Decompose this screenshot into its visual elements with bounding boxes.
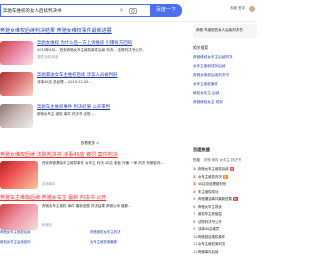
bottom-related: 奔驰女车主维权后续 奔驰维权女车主判决 维权女车主后续如何 女车主维权案最新: [0, 229, 180, 263]
result-source: 搜狐 网易 新浪: [37, 55, 59, 59]
result-thumbnail[interactable]: [0, 104, 33, 128]
hot-item[interactable]: 10奔驰回应维权事件: [193, 234, 257, 242]
result-desc: 西安奔驰漏油车主维权事件 女车主 判决 4S店 老板 诈骗 一审 判决 有期徒刑…: [42, 161, 164, 165]
related-query[interactable]: 奔驰维权女车主判决: [90, 229, 174, 237]
result-desc: 涉事4S店 总经理... 2019-12-20...: [37, 80, 92, 84]
result-desc: 奔驰女车主维权 事件 最新进展 判决结果 奔驰公司 道歉...: [42, 204, 132, 208]
search-query[interactable]: 奔驰车维权的女人后续判决书: [3, 8, 62, 14]
hot-tabs: 热搜 奔驰 维权 女车主 判决书: [193, 157, 241, 162]
camera-icon[interactable]: [129, 7, 137, 14]
tab-query[interactable]: 奔驰 维权 女车主 判决书: [204, 158, 241, 162]
result-source: 澎湃新闻: [42, 182, 55, 186]
hot-item[interactable]: 7 维权车主获赔偿: [193, 211, 257, 219]
hot-list: 1 奔驰女车主维权后续热 2 女车主维权判决新 3 4S店总经理被判刑 4 车主维权成功…: [193, 166, 257, 256]
related-list: 奔驰维权女车主后续判决 女车主维权成功后续 奔驰女维权后续判决书 女车主维权事件…: [193, 55, 257, 109]
top-bar: 奔驰车维权的女人后续判决书 × 百度一下 收藏 登录: [0, 0, 257, 22]
result-title[interactable]: 奔驰女维权后续判决结果 奔驰女维权事件最新进展: [0, 27, 112, 34]
more-link[interactable]: 查看更多 >: [81, 141, 100, 145]
result-source: 新浪网: [42, 223, 52, 227]
related-label: 相关搜索: [193, 45, 209, 50]
hot-item[interactable]: 3 4S店总经理被判刑: [193, 181, 257, 189]
avatar[interactable]: [249, 6, 255, 12]
hot-item[interactable]: 6 奔驰女车主现状: [193, 204, 257, 212]
hot-item[interactable]: 5 奔驰漏油事件最新进展热: [193, 196, 257, 204]
result-thumbnail[interactable]: [0, 72, 33, 96]
result-title[interactable]: 奔驰女维权后续 法院判决书 涉事4S店 被罚 案件判决: [0, 151, 180, 158]
hot-item[interactable]: 11女车主维权案判决: [193, 241, 257, 249]
related-item[interactable]: 奔驰维权女车主后续判决: [193, 55, 257, 64]
related-query[interactable]: 奔驰女车主维权后续: [0, 229, 84, 237]
related-item[interactable]: 维权女车主 后续: [193, 91, 257, 100]
result-desc: 2019年4月... 西安奔驰女车主维权事件后续 判决... 法院判决书公开。: [37, 48, 146, 52]
related-query[interactable]: 女车主维权案最新: [90, 239, 174, 247]
related-search-text: 奔驰 车维权的女人后续判决书: [196, 28, 243, 32]
related-item[interactable]: 奔驰女维权后续判决书: [193, 73, 257, 82]
result-desc: 奔驰女车主 维权 事件 判决书 法院...: [37, 112, 94, 116]
result-subtitle[interactable]: 奔驰车主维权事件 判决结果 公开审判: [37, 104, 177, 110]
related-item[interactable]: 女车主维权成功后续: [193, 64, 257, 73]
hot-item[interactable]: 4 车主维权成功: [193, 189, 257, 197]
result-thumbnail[interactable]: [0, 204, 38, 230]
hot-title: 百度热搜: [193, 147, 210, 152]
result-thumbnail[interactable]: [0, 41, 33, 65]
result-subtitle[interactable]: 奔驰女维权 为什么后一方上诉维权 引爆各方回响: [37, 40, 177, 46]
hot-item[interactable]: 9 涉事4S店被罚: [193, 226, 257, 234]
hot-item[interactable]: 1 奔驰女车主维权后续热: [193, 166, 257, 174]
hot-item[interactable]: 8 法院判决书公开: [193, 219, 257, 227]
result-title[interactable]: 奔驰车主维权后续 奔驰女车主 最新 判决书 公开: [0, 194, 180, 201]
search-button[interactable]: 百度一下: [150, 4, 182, 17]
header-links[interactable]: 收藏 登录: [230, 6, 245, 11]
tab-hot[interactable]: 热搜: [193, 158, 200, 162]
hot-item[interactable]: 2 女车主维权判决新: [193, 174, 257, 182]
related-search-box[interactable]: 奔驰 车维权的女人后续判决书: [193, 24, 257, 38]
result-thumbnail[interactable]: [0, 161, 38, 189]
search-input[interactable]: 奔驰车维权的女人后续判决书 ×: [0, 4, 150, 17]
related-query[interactable]: 维权女车主后续如何: [0, 239, 84, 247]
clear-icon[interactable]: ×: [119, 7, 124, 14]
related-item[interactable]: 女车主维权事件: [193, 82, 257, 91]
hot-item[interactable]: 12奔驰事件后续: [193, 249, 257, 257]
related-item[interactable]: 奔驰维权女主 现状: [193, 100, 257, 109]
result-subtitle[interactable]: 奔驰漏油女车主维权后续 涉案人员被判刑: [37, 72, 177, 78]
